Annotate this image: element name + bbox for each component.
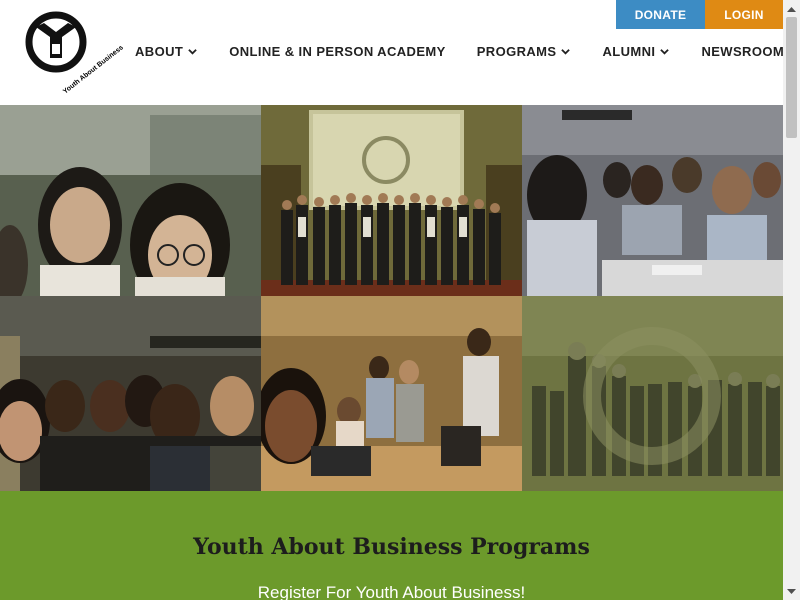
nav-newsroom-label: NEWSROOM xyxy=(701,44,785,59)
chevron-down-icon xyxy=(561,49,571,55)
nav-about[interactable]: ABOUT xyxy=(135,44,197,59)
main-nav: ABOUT ONLINE & IN PERSON ACADEMY PROGRAM… xyxy=(135,44,784,59)
nav-academy[interactable]: ONLINE & IN PERSON ACADEMY xyxy=(229,44,446,59)
programs-section: Youth About Business Programs Register F… xyxy=(0,491,783,600)
photo-gallery xyxy=(0,105,783,491)
photo-students-in-class xyxy=(522,105,783,296)
photo-office-team-selfie xyxy=(261,296,522,491)
photo-group-event-overlay xyxy=(522,296,783,491)
nav-alumni-label: ALUMNI xyxy=(602,44,656,59)
photo-icon xyxy=(0,105,261,296)
photo-group-photo-stage xyxy=(261,105,522,296)
scroll-thumb[interactable] xyxy=(786,17,797,138)
scroll-down-arrow-icon[interactable] xyxy=(783,583,800,600)
donate-button[interactable]: DONATE xyxy=(616,0,705,29)
site-logo[interactable]: Youth About Business xyxy=(22,10,125,96)
page-scrollbar[interactable] xyxy=(783,0,800,600)
scroll-up-arrow-icon[interactable] xyxy=(783,0,800,17)
chevron-down-icon xyxy=(188,49,197,55)
photo-subway-group-selfie xyxy=(0,296,261,491)
photo-icon xyxy=(522,105,783,296)
nav-about-label: ABOUT xyxy=(135,44,184,59)
login-button[interactable]: LOGIN xyxy=(705,0,783,29)
yab-logo-icon xyxy=(25,11,87,73)
header-actions: DONATE LOGIN xyxy=(616,0,783,29)
nav-academy-label: ONLINE & IN PERSON ACADEMY xyxy=(229,44,446,59)
photo-icon xyxy=(261,296,522,491)
photo-icon xyxy=(0,296,261,491)
photo-students-selfie-street xyxy=(0,105,261,296)
nav-newsroom[interactable]: NEWSROOM xyxy=(701,44,784,59)
register-link[interactable]: Register For Youth About Business! xyxy=(0,583,783,600)
nav-programs[interactable]: PROGRAMS xyxy=(477,44,571,59)
photo-icon xyxy=(522,296,783,491)
nav-programs-label: PROGRAMS xyxy=(476,44,557,59)
programs-heading: Youth About Business Programs xyxy=(193,534,590,560)
chevron-down-icon xyxy=(660,49,670,55)
site-header: Youth About Business ABOUT ONLINE & IN P… xyxy=(0,0,784,105)
nav-alumni[interactable]: ALUMNI xyxy=(602,44,670,59)
photo-icon xyxy=(261,105,522,296)
